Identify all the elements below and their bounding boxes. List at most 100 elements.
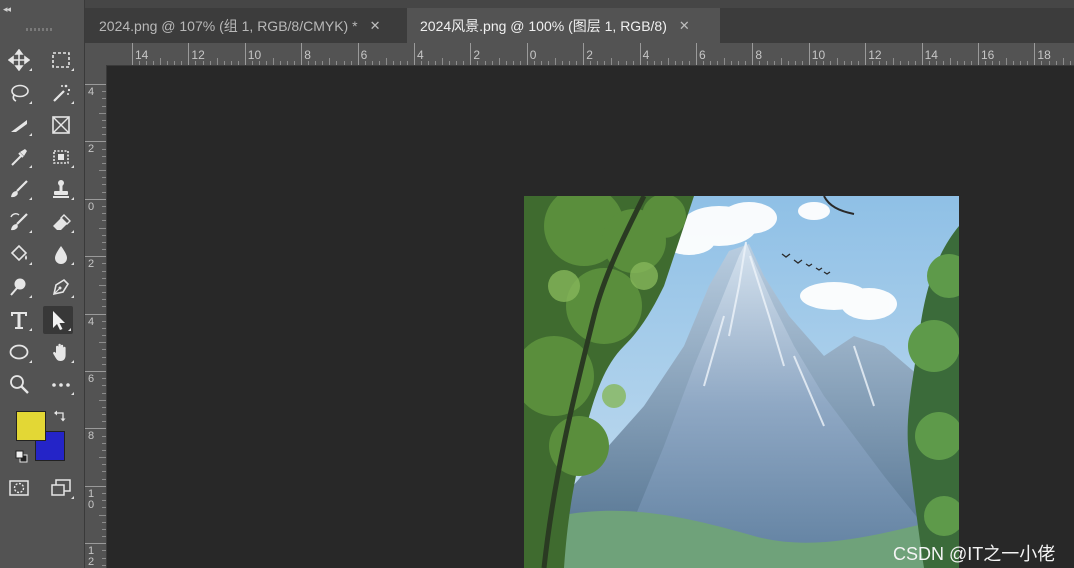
ruler-minor-tick	[632, 61, 634, 65]
ruler-minor-tick	[102, 277, 106, 279]
brush-tool[interactable]	[4, 175, 34, 203]
ruler-minor-tick	[102, 205, 106, 207]
ruler-minor-tick	[237, 61, 239, 65]
rectangular-marquee-tool[interactable]	[46, 46, 76, 74]
ruler-minor-tick	[102, 299, 106, 301]
close-icon[interactable]: ✕	[370, 18, 381, 34]
ruler-minor-tick	[463, 61, 465, 65]
ruler-label: 12	[191, 48, 205, 62]
ruler-minor-tick	[287, 61, 289, 65]
frame-tool[interactable]	[46, 111, 76, 139]
hand-tool[interactable]	[46, 338, 76, 366]
vertical-ruler[interactable]: 4 2 0 2 4 6 8 10 12	[85, 65, 107, 568]
ruler-minor-tick	[102, 220, 106, 222]
ruler-minor-tick	[660, 61, 662, 65]
ruler-minor-tick	[597, 61, 599, 65]
ruler-minor-tick	[280, 61, 282, 65]
ruler-label: 10	[247, 48, 262, 62]
ruler-minor-tick	[102, 564, 106, 566]
hand-icon	[53, 343, 66, 361]
landscape-image[interactable]	[524, 196, 959, 568]
magic-wand-icon	[53, 84, 71, 102]
ruler-tick	[752, 43, 754, 65]
screen-mode[interactable]	[46, 474, 76, 502]
history-brush-icon	[10, 213, 28, 231]
type-tool[interactable]	[4, 306, 34, 334]
collapse-panel-button[interactable]: ◂◂	[3, 4, 11, 15]
ruler-minor-tick	[1006, 58, 1008, 65]
ruler-tick	[85, 256, 106, 258]
ruler-minor-tick	[102, 249, 106, 251]
ruler-minor-tick	[985, 61, 987, 65]
slice-tool[interactable]	[4, 111, 34, 139]
ruler-label: 4	[88, 86, 95, 98]
ruler-label: 14	[135, 48, 149, 62]
ruler-minor-tick	[343, 61, 345, 65]
ruler-minor-tick	[1013, 61, 1015, 65]
ruler-minor-tick	[505, 61, 507, 65]
ruler-minor-tick	[399, 61, 401, 65]
ruler-minor-tick	[146, 61, 148, 65]
ruler-label: 12	[88, 545, 95, 568]
ellipse-tool[interactable]	[4, 338, 34, 366]
dodge-tool[interactable]	[4, 273, 34, 301]
ruler-minor-tick	[102, 392, 106, 394]
swap-colors-icon[interactable]	[53, 409, 67, 423]
foreground-color-swatch[interactable]	[16, 411, 46, 441]
clone-stamp-tool[interactable]	[46, 175, 76, 203]
quick-mask-mode[interactable]	[4, 474, 34, 502]
ruler-tick	[85, 198, 106, 200]
ruler-minor-tick	[590, 61, 592, 65]
ruler-minor-tick	[498, 58, 500, 65]
history-brush-tool[interactable]	[4, 208, 34, 236]
panel-grip[interactable]	[26, 28, 52, 31]
ruler-minor-tick	[858, 61, 860, 65]
edit-toolbar[interactable]	[46, 370, 76, 398]
ruler-minor-tick	[102, 306, 106, 308]
ruler-tick	[132, 43, 133, 65]
eraser-tool[interactable]	[46, 208, 76, 236]
ruler-minor-tick	[102, 162, 106, 164]
default-colors-icon[interactable]	[15, 450, 29, 464]
path-selection-tool[interactable]	[43, 306, 73, 334]
close-icon[interactable]: ✕	[679, 18, 690, 34]
ruler-minor-tick	[102, 191, 106, 193]
ruler-minor-tick	[102, 127, 106, 129]
ruler-minor-tick	[1069, 61, 1071, 65]
ruler-minor-tick	[780, 58, 782, 65]
ruler-minor-tick	[364, 61, 366, 65]
ruler-minor-tick	[886, 61, 888, 65]
zoom-tool[interactable]	[4, 370, 34, 398]
lasso-tool[interactable]	[4, 79, 34, 107]
ruler-label: 16	[981, 48, 995, 62]
ruler-minor-tick	[99, 399, 106, 401]
zoom-icon	[10, 375, 29, 394]
ruler-minor-tick	[907, 61, 909, 65]
paint-bucket-tool[interactable]	[4, 240, 34, 268]
ruler-minor-tick	[731, 61, 733, 65]
horizontal-ruler[interactable]: 14 12 10 8 6 4 2 0 2 4 6 8 10 12 14 16 18	[106, 43, 1074, 66]
ruler-minor-tick	[99, 170, 106, 172]
ruler-minor-tick	[928, 61, 930, 65]
ruler-minor-tick	[102, 105, 106, 107]
move-tool[interactable]	[4, 46, 34, 74]
magic-wand-tool[interactable]	[46, 79, 76, 107]
screen-mode-icon	[51, 479, 71, 496]
tab-2024-png[interactable]: 2024.png @ 107% (组 1, RGB/8/CMYK) * ✕	[85, 8, 407, 43]
ruler-minor-tick	[766, 61, 768, 65]
ruler-minor-tick	[646, 61, 648, 65]
pen-tool[interactable]	[46, 273, 76, 301]
ruler-minor-tick	[914, 61, 916, 65]
ruler-label: 4	[642, 48, 650, 62]
tab-2024-landscape-png[interactable]: 2024风景.png @ 100% (图层 1, RGB/8) ✕	[407, 8, 720, 43]
ruler-minor-tick	[837, 58, 838, 65]
ruler-minor-tick	[787, 61, 789, 65]
ruler-corner[interactable]	[85, 43, 106, 65]
ruler-minor-tick	[230, 61, 232, 65]
ruler-tick	[639, 43, 641, 65]
eyedropper-tool[interactable]	[4, 143, 34, 171]
blur-tool[interactable]	[46, 240, 76, 268]
ruler-minor-tick	[102, 119, 106, 121]
ruler-tick	[301, 43, 303, 65]
object-selection-tool[interactable]	[46, 143, 76, 171]
